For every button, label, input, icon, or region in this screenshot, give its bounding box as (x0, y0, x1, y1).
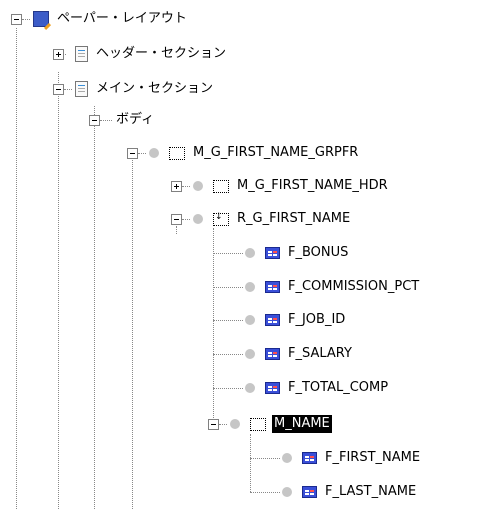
tree-connector (250, 458, 280, 459)
tree-node-field[interactable]: F_FIRST_NAME (282, 447, 422, 469)
status-dot-icon (245, 282, 255, 292)
tree-connector (16, 28, 17, 509)
expand-icon[interactable] (171, 180, 182, 192)
tree-node-field[interactable]: F_COMMISSION_PCT (245, 276, 421, 298)
tree-connector (213, 320, 243, 321)
tree-node-header-frame[interactable]: M_G_FIRST_NAME_HDR (171, 175, 390, 197)
tree-node-field[interactable]: F_TOTAL_COMP (245, 377, 390, 399)
tree-connector (58, 72, 59, 509)
frame-icon (250, 417, 266, 431)
frame-icon (169, 146, 185, 160)
collapse-icon[interactable] (171, 213, 182, 225)
paper-layout-icon (33, 11, 49, 27)
tree-node-label: F_JOB_ID (288, 312, 346, 327)
tree-connector (132, 160, 133, 509)
object-navigator-tree: ペーパー・レイアウト ヘッダー・セクション メイン・セクション ボディ M_G_… (0, 0, 497, 509)
tree-connector (213, 354, 243, 355)
field-icon (302, 452, 317, 464)
status-dot-icon (245, 383, 255, 393)
tree-connector (213, 287, 243, 288)
tree-node-field[interactable]: F_SALARY (245, 343, 354, 365)
tree-connector (250, 492, 280, 493)
section-icon (75, 46, 88, 62)
status-dot-icon (282, 453, 292, 463)
tree-connector (94, 106, 95, 509)
status-dot-icon (245, 315, 255, 325)
tree-node-label: F_LAST_NAME (325, 484, 417, 499)
collapse-icon[interactable] (11, 13, 22, 25)
tree-node-label: M_G_FIRST_NAME_HDR (237, 178, 388, 193)
section-icon (75, 81, 88, 97)
tree-node-name-frame[interactable]: M_NAME (208, 413, 332, 435)
tree-node-label: ボディ (116, 112, 155, 127)
field-icon (265, 281, 280, 293)
tree-node-label: F_COMMISSION_PCT (288, 279, 420, 294)
tree-node-body[interactable]: ボディ (89, 109, 156, 131)
field-icon (265, 247, 280, 259)
status-dot-icon (193, 181, 203, 191)
collapse-icon[interactable] (208, 418, 219, 430)
expand-icon[interactable] (53, 48, 64, 60)
tree-connector (213, 228, 214, 430)
status-dot-icon (230, 419, 240, 429)
field-icon (265, 382, 280, 394)
status-dot-icon (245, 248, 255, 258)
tree-connector (213, 253, 243, 254)
tree-node-label: F_FIRST_NAME (325, 450, 421, 465)
status-dot-icon (245, 349, 255, 359)
collapse-icon[interactable] (127, 147, 138, 159)
tree-node-label: メイン・セクション (96, 81, 214, 96)
repeating-frame-icon: ↓ (213, 212, 229, 226)
tree-node-label: ヘッダー・セクション (96, 46, 227, 61)
tree-node-label: F_BONUS (288, 245, 349, 260)
collapse-icon[interactable] (53, 83, 64, 95)
tree-node-main-section[interactable]: メイン・セクション (53, 78, 215, 100)
tree-node-label: F_SALARY (288, 346, 352, 361)
collapse-icon[interactable] (89, 114, 100, 126)
tree-node-header-section[interactable]: ヘッダー・セクション (53, 43, 228, 65)
frame-icon (213, 179, 229, 193)
tree-node-field[interactable]: F_BONUS (245, 242, 350, 264)
tree-node-label: R_G_FIRST_NAME (237, 211, 351, 226)
status-dot-icon (193, 214, 203, 224)
status-dot-icon (149, 148, 159, 158)
tree-connector (213, 388, 243, 389)
tree-node-label: F_TOTAL_COMP (288, 380, 389, 395)
tree-node-field[interactable]: F_JOB_ID (245, 309, 347, 331)
tree-node-label: M_G_FIRST_NAME_GRPFR (193, 145, 359, 160)
field-icon (265, 348, 280, 360)
tree-connector (250, 434, 251, 492)
field-icon (302, 486, 317, 498)
tree-node-group-frame[interactable]: M_G_FIRST_NAME_GRPFR (127, 142, 360, 164)
field-icon (265, 314, 280, 326)
status-dot-icon (282, 487, 292, 497)
tree-node-repeating-frame[interactable]: ↓ R_G_FIRST_NAME (171, 208, 352, 230)
tree-node-label: ペーパー・レイアウト (57, 11, 187, 26)
tree-node-field[interactable]: F_LAST_NAME (282, 481, 418, 503)
tree-node-label: M_NAME (272, 415, 332, 433)
tree-node-paper-layout[interactable]: ペーパー・レイアウト (11, 8, 189, 30)
